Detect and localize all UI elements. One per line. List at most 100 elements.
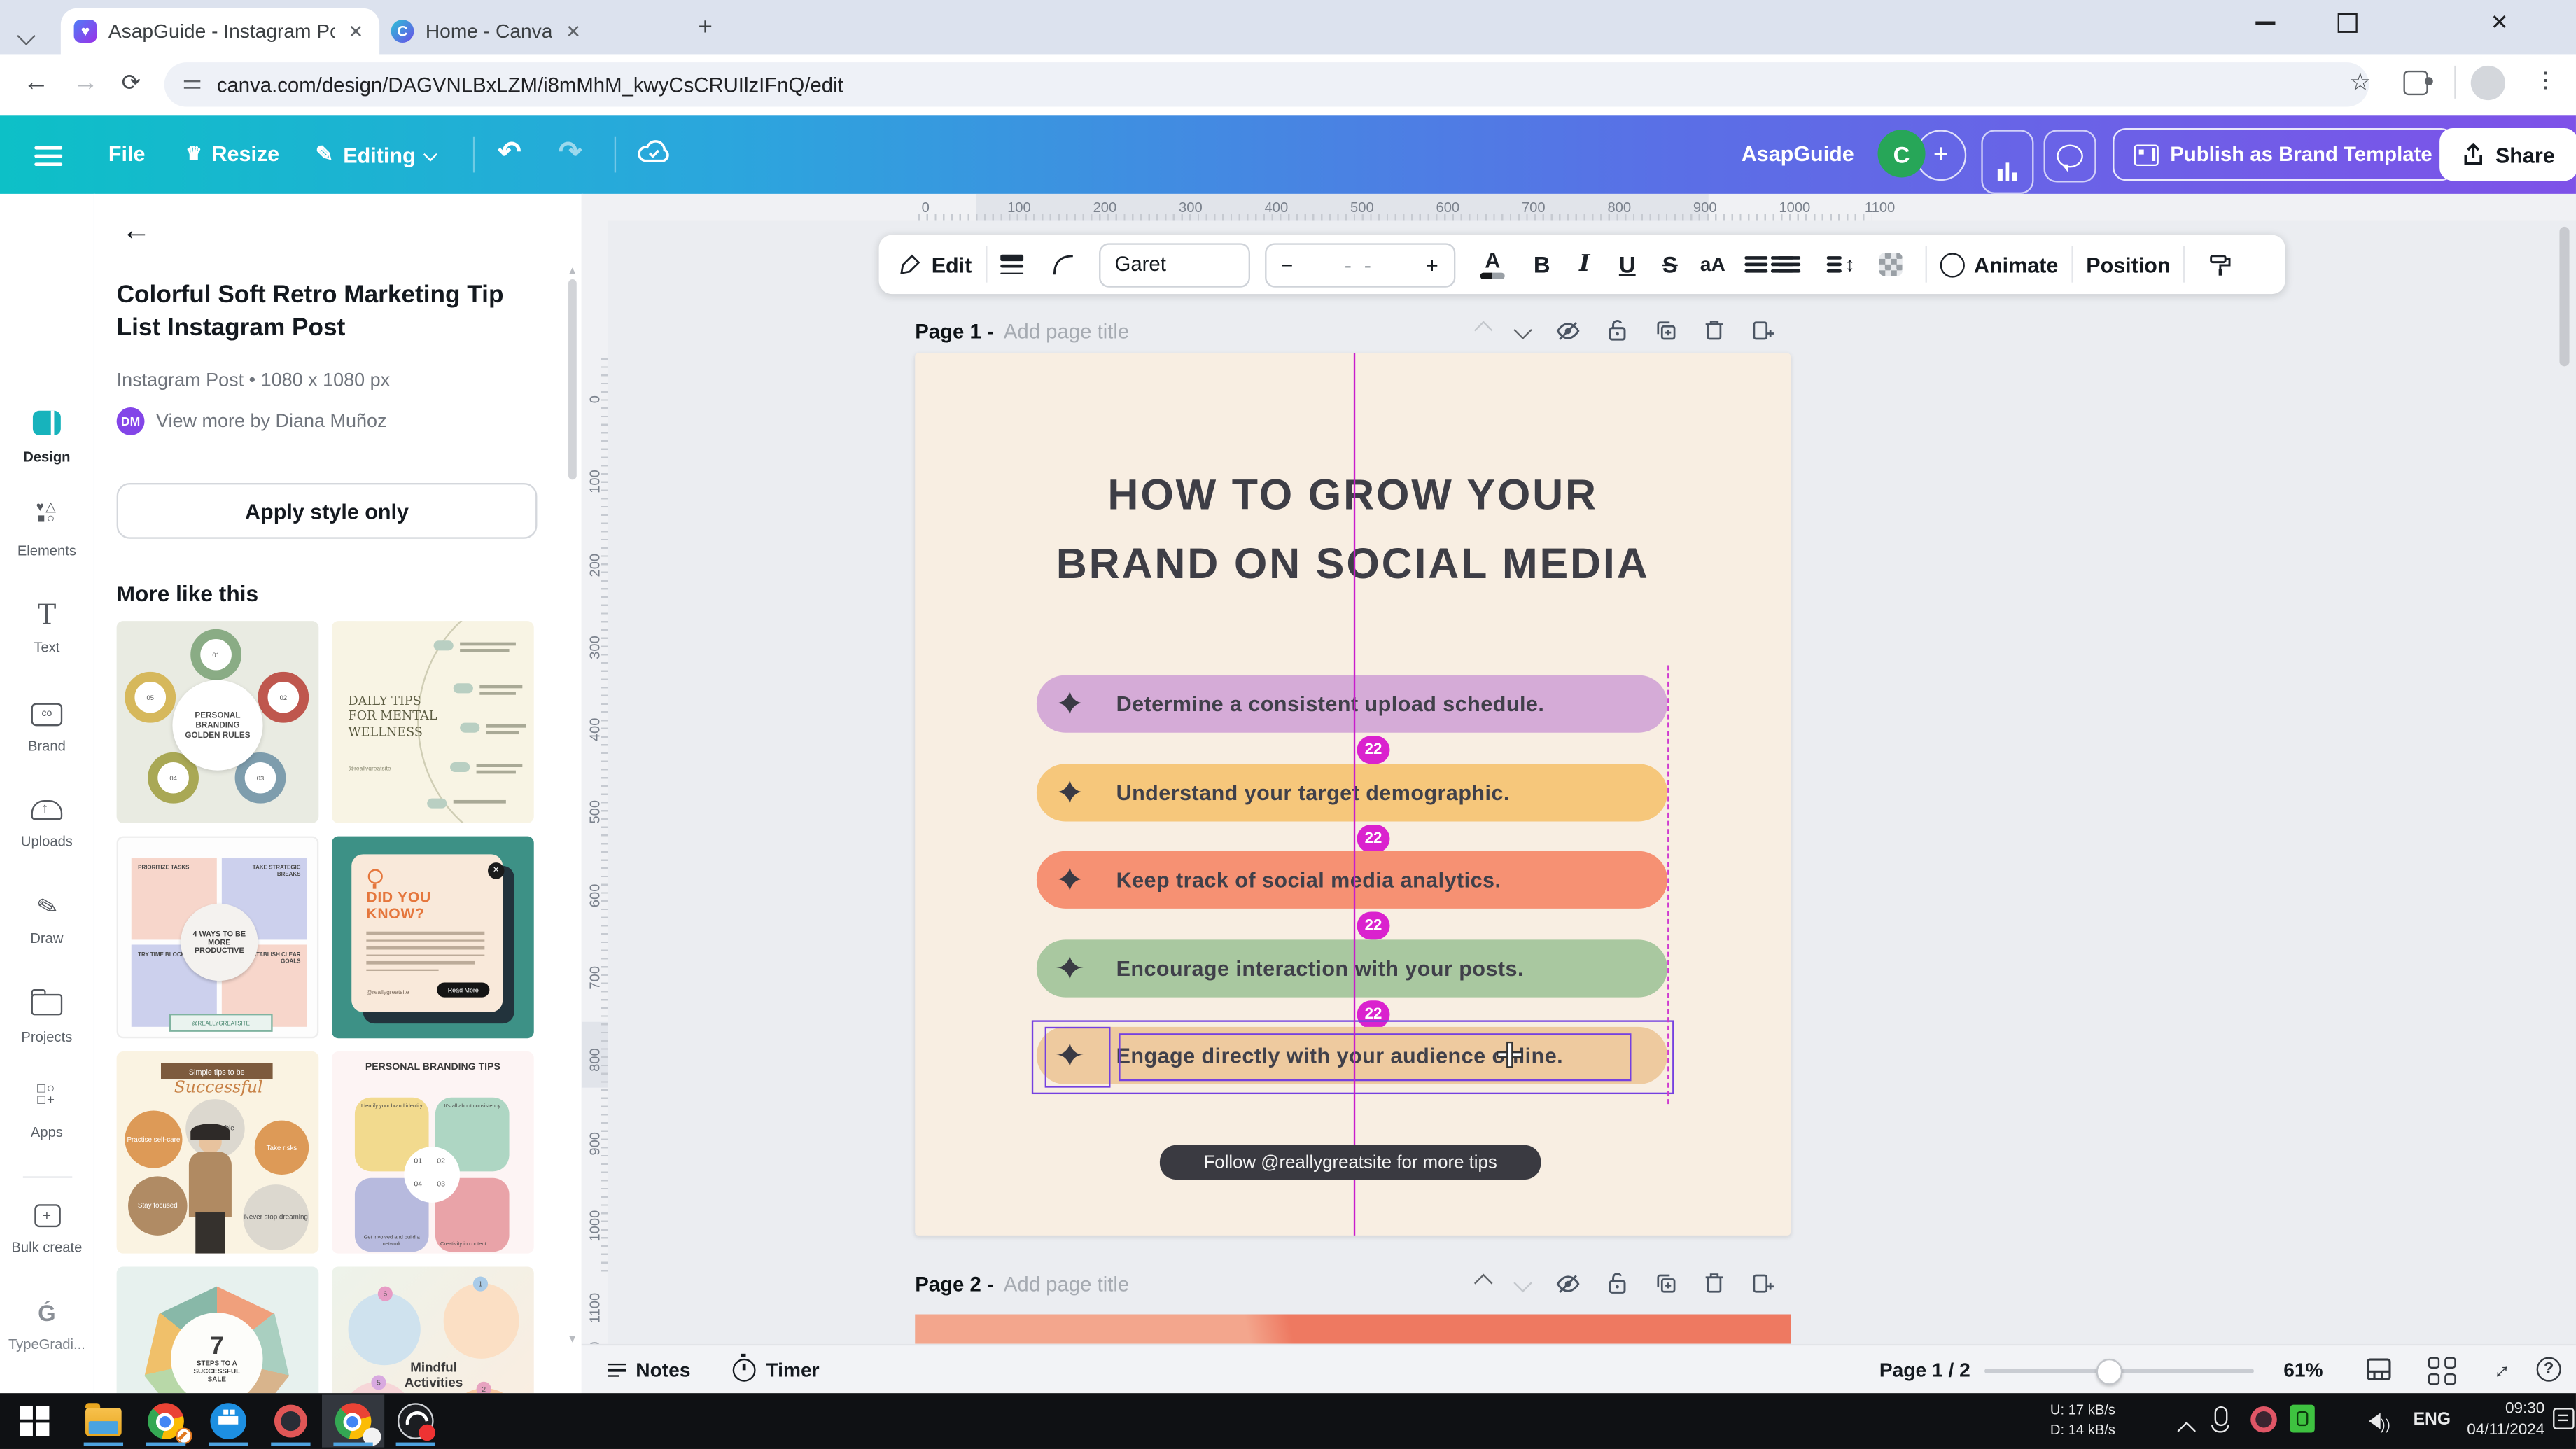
template-thumbnail-branding-golden-rules[interactable]: 01 02 03 04 05 PERSONAL BRANDING GOLDEN … — [117, 621, 319, 823]
zoom-slider-thumb[interactable] — [2096, 1359, 2123, 1385]
taskbar-red-ring-app[interactable] — [259, 1395, 321, 1448]
browser-tab-active[interactable]: ♥ AsapGuide - Instagram Post ✕ — [61, 8, 379, 55]
back-icon[interactable]: ← — [23, 69, 50, 99]
edit-button[interactable]: Edit — [899, 252, 972, 276]
redo-icon[interactable]: ↷ — [559, 136, 582, 169]
zoom-level[interactable]: 61% — [2283, 1359, 2323, 1382]
template-thumbnail-4-ways-productive[interactable]: PRIORITIZE TASKS TAKE STRATEGIC BREAKS T… — [117, 836, 319, 1039]
file-menu[interactable]: File — [108, 141, 146, 166]
taskbar-chrome-active[interactable] — [321, 1395, 384, 1448]
fullscreen-icon[interactable]: ↔ — [2482, 1351, 2516, 1386]
canvas-scrollbar[interactable] — [2559, 227, 2569, 366]
selection-text-box[interactable] — [1119, 1033, 1631, 1081]
notifications-icon[interactable] — [2553, 1408, 2575, 1429]
delete-page-icon[interactable] — [1704, 318, 1726, 342]
stroke-weight-icon[interactable] — [1000, 243, 1042, 286]
strikethrough-button[interactable]: S — [1648, 243, 1691, 286]
back-icon[interactable]: ← — [122, 214, 151, 248]
tray-green-app-icon[interactable] — [2290, 1405, 2315, 1433]
window-restore-button[interactable] — [2338, 13, 2358, 33]
position-button[interactable]: Position — [2086, 252, 2170, 276]
clock[interactable]: 09:3004/11/2024 — [2459, 1400, 2544, 1443]
font-size-value[interactable]: - - — [1345, 252, 1375, 276]
tip-pill-2[interactable]: ✦ Understand your target demographic. — [1037, 764, 1667, 821]
insights-chart-icon[interactable] — [1981, 130, 2033, 194]
sidebar-item-text[interactable]: T Text — [0, 598, 94, 655]
template-thumbnail-7-steps-sale[interactable]: 7 STEPS TO A SUCCESSFUL SALE — [117, 1266, 319, 1393]
bullet-list-icon[interactable] — [1777, 243, 1819, 286]
sidebar-item-bulk-create[interactable]: + Bulk create — [0, 1198, 94, 1255]
new-tab-button[interactable]: + — [698, 13, 713, 41]
horizontal-ruler[interactable]: 010020030040050060070080090010001100 — [582, 194, 2576, 220]
font-family-select[interactable]: Garet — [1098, 242, 1250, 286]
design-page-1[interactable]: HOW TO GROW YOUR BRAND ON SOCIAL MEDIA ✦… — [915, 354, 1791, 1236]
page-title-input[interactable]: Add page title — [1004, 1273, 1129, 1296]
scroll-down-arrow[interactable]: ▼ — [567, 1334, 578, 1345]
publish-brand-template-button[interactable]: Publish as Brand Template — [2113, 128, 2454, 181]
font-size-increase[interactable]: + — [1426, 252, 1438, 276]
editing-mode-menu[interactable]: ✎Editing — [316, 141, 435, 168]
window-close-button[interactable]: ✕ — [2491, 10, 2509, 36]
extensions-puzzle-icon[interactable] — [2404, 71, 2428, 95]
add-page-icon[interactable] — [1751, 318, 1774, 342]
taskbar-file-explorer[interactable] — [71, 1395, 134, 1448]
tab-close-icon[interactable]: ✕ — [349, 20, 364, 42]
template-thumbnail-daily-tips-wellness[interactable]: DAILY TIPS FOR MENTAL WELLNESS @reallygr… — [332, 621, 534, 823]
text-case-button[interactable]: aA — [1691, 243, 1734, 286]
tip-pill-4[interactable]: ✦ Encourage interaction with your posts. — [1037, 939, 1667, 997]
sidebar-item-draw[interactable]: ✎ Draw — [0, 889, 94, 946]
timer-button[interactable]: Timer — [734, 1359, 820, 1382]
sidebar-item-typegradient[interactable]: Ǵ TypeGradi... — [0, 1294, 94, 1352]
text-color-icon[interactable]: A — [1471, 243, 1514, 286]
move-page-down-icon[interactable] — [1513, 1274, 1532, 1293]
tray-expand-icon[interactable] — [2180, 1416, 2193, 1446]
tab-close-icon[interactable]: ✕ — [566, 20, 581, 42]
template-thumbnail-simple-tips-successful[interactable]: Simple tips to be Successful Practise se… — [117, 1051, 319, 1254]
microphone-icon[interactable] — [2215, 1406, 2228, 1426]
hide-page-icon[interactable] — [1556, 319, 1581, 341]
start-button[interactable] — [20, 1407, 48, 1436]
bookmark-star-icon[interactable]: ☆ — [2349, 67, 2372, 97]
sidebar-item-brand[interactable]: co Brand — [0, 695, 94, 754]
share-button[interactable]: Share — [2440, 128, 2576, 181]
taskbar-chrome-1[interactable] — [134, 1395, 196, 1448]
delete-page-icon[interactable] — [1704, 1272, 1726, 1295]
forward-icon[interactable]: → — [72, 69, 99, 99]
design-page-2-preview[interactable] — [915, 1315, 1791, 1344]
comments-icon[interactable] — [2044, 130, 2096, 182]
vertical-ruler[interactable]: 010020030040050060070080090010001100 0 — [582, 220, 608, 1343]
transparency-icon[interactable] — [1869, 243, 1912, 286]
line-spacing-icon[interactable]: ↕ — [1819, 243, 1862, 286]
grid-view-icon[interactable] — [2428, 1357, 2456, 1385]
taskbar-docker[interactable] — [196, 1395, 258, 1448]
account-avatar[interactable]: C — [1878, 130, 1926, 177]
lock-page-icon[interactable] — [1606, 1272, 1628, 1295]
profile-avatar[interactable] — [2471, 66, 2505, 100]
undo-icon[interactable]: ↶ — [498, 136, 521, 169]
sidebar-item-apps[interactable]: □○□+ Apps — [0, 1083, 94, 1140]
lock-page-icon[interactable] — [1606, 318, 1628, 342]
tip-pill-3[interactable]: ✦ Keep track of social media analytics. — [1037, 851, 1667, 909]
duplicate-page-icon[interactable] — [1654, 318, 1677, 342]
underline-button[interactable]: U — [1606, 243, 1648, 286]
selection-star-box[interactable] — [1045, 1027, 1111, 1088]
tip-pill-1[interactable]: ✦ Determine a consistent upload schedule… — [1037, 676, 1667, 733]
animate-button[interactable]: Animate — [1940, 252, 2059, 276]
taskbar-obs[interactable] — [384, 1395, 446, 1448]
move-page-up-icon[interactable] — [1474, 321, 1493, 340]
template-thumbnail-mindful-activities[interactable]: 6 1 5 2 Mindful Activities @reallygreats… — [332, 1266, 534, 1393]
add-page-icon[interactable] — [1751, 1272, 1774, 1295]
volume-icon[interactable]: )) — [2369, 1408, 2390, 1437]
resize-menu[interactable]: ♛Resize — [186, 141, 279, 166]
apply-style-button[interactable]: Apply style only — [117, 483, 538, 539]
tray-record-icon[interactable] — [2250, 1406, 2277, 1433]
window-minimize-button[interactable] — [2255, 22, 2275, 24]
sidebar-item-uploads[interactable]: ↑ Uploads — [0, 792, 94, 849]
page-title-input[interactable]: Add page title — [1004, 321, 1129, 344]
sidebar-item-projects[interactable]: Projects — [0, 986, 94, 1044]
template-thumbnail-did-you-know[interactable]: ✕ DID YOU KNOW? @reallygreatsite Read Mo… — [332, 836, 534, 1039]
browser-tab-inactive[interactable]: C Home - Canva ✕ — [378, 8, 696, 55]
template-thumbnail-personal-branding-tips[interactable]: PERSONAL BRANDING TIPS Identify your bra… — [332, 1051, 534, 1254]
format-roller-icon[interactable] — [2198, 243, 2241, 286]
main-menu-icon[interactable] — [34, 141, 62, 171]
